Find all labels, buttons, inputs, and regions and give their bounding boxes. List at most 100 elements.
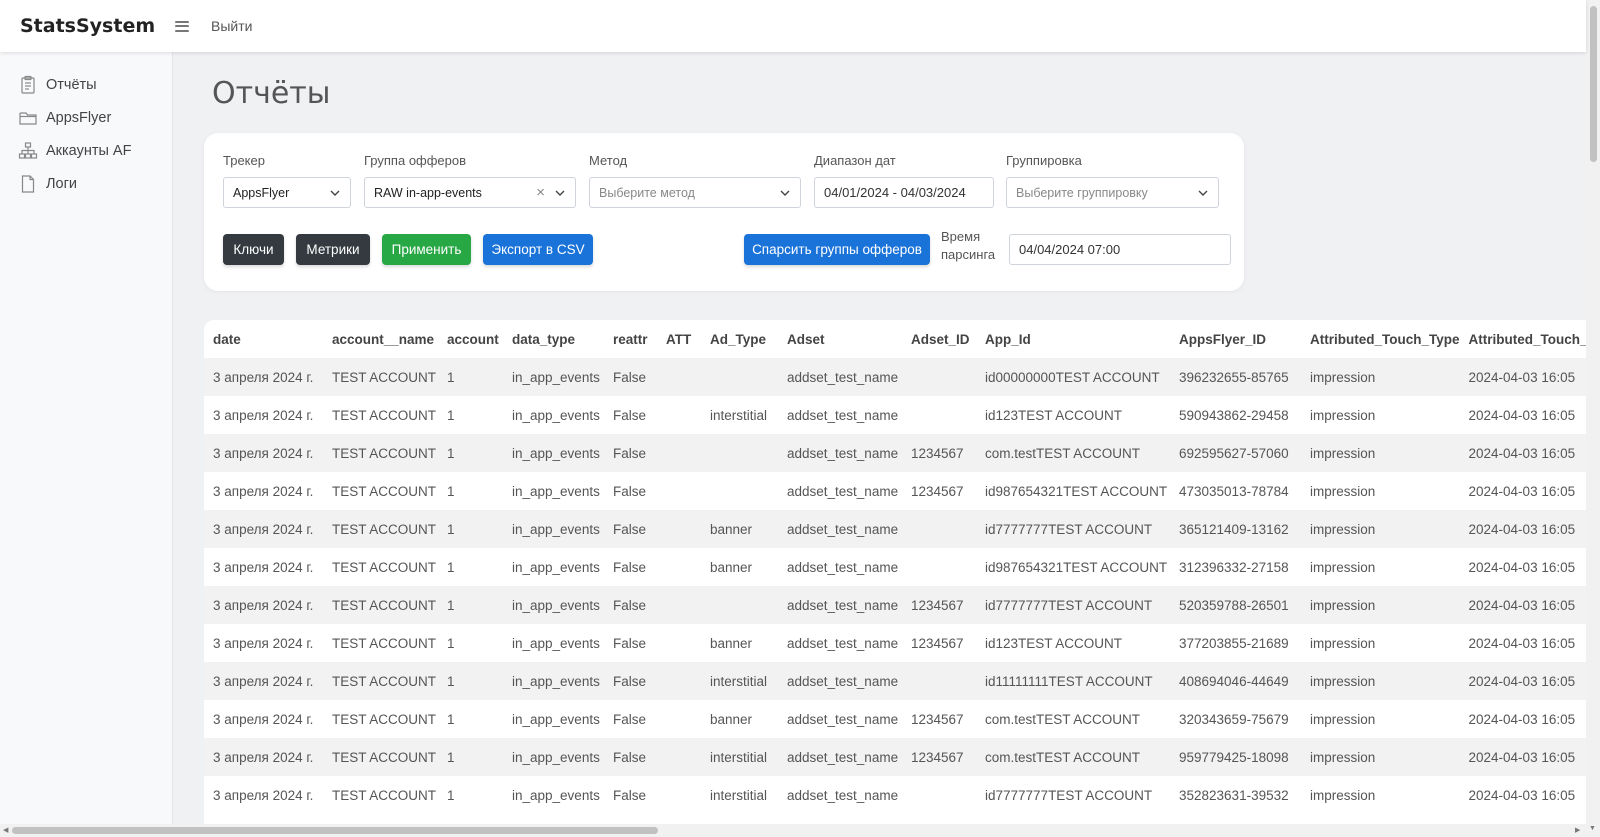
cell-att [657, 510, 701, 548]
cell-attributed-touch-type: impression [1310, 483, 1376, 499]
cell-adset-id: 1234567 [911, 635, 964, 651]
column-header-att[interactable]: ATT [657, 320, 701, 358]
cell-attributed-touch-time: 2024-04-03 16:05 [1468, 673, 1576, 689]
cell-data-type: in_app_events [512, 407, 600, 423]
sidebar-item-label: Логи [46, 175, 77, 192]
sidebar-item-logs[interactable]: Логи [0, 167, 172, 200]
cell-attributed-touch-time: 2024-04-03 16:05 [1468, 445, 1576, 461]
cell-appsflyer-id: 352823631-39532 [1179, 787, 1289, 803]
horizontal-scrollbar[interactable]: ◀ ▶ [0, 824, 1586, 837]
column-header-adset-id[interactable]: Adset_ID [902, 320, 976, 358]
cell-reattr: False [613, 521, 647, 537]
method-select[interactable]: Выберите метод [589, 177, 801, 208]
column-header-account[interactable]: account [438, 320, 503, 358]
cell-ad-type [701, 586, 778, 624]
parse-time-input[interactable]: 04/04/2024 07:00 [1009, 234, 1231, 265]
cell-appsflyer-id: 959779425-18098 [1179, 749, 1289, 765]
date-range-label: Диапазон дат [814, 153, 896, 168]
date-range-input[interactable]: 04/01/2024 - 04/03/2024 [814, 177, 994, 208]
logout-link[interactable]: Выйти [211, 18, 252, 34]
table-row: 3 апреля 2024 г. TEST ACCOUNT 1 in_app_even… [204, 434, 1586, 472]
sidebar-item-reports[interactable]: Отчёты [0, 68, 172, 101]
cell-data-type: in_app_events [512, 369, 600, 385]
parse-offer-groups-button[interactable]: Спарсить группы офферов [744, 234, 930, 265]
clear-icon[interactable]: × [536, 184, 545, 201]
column-header-ad-type[interactable]: Ad_Type [701, 320, 778, 358]
parse-time-label: Время парсинга [941, 228, 995, 264]
scroll-left-arrow-icon[interactable]: ◀ [3, 826, 8, 834]
column-header-adset[interactable]: Adset [778, 320, 902, 358]
cell-appsflyer-id: 473035013-78784 [1179, 483, 1289, 499]
sidebar-item-appsflyer[interactable]: AppsFlyer [0, 101, 172, 134]
cell-app-id: id7777777TEST ACCOUNT [985, 521, 1153, 537]
cell-account-name: TEST ACCOUNT [332, 787, 437, 803]
filters-card: Трекер AppsFlyer Группа офферов RAW in-a… [204, 133, 1244, 291]
cell-date: 3 апреля 2024 г. [213, 559, 314, 575]
cell-account-name: TEST ACCOUNT [332, 635, 437, 651]
cell-date: 3 апреля 2024 г. [213, 369, 314, 385]
cell-adset: addset_test_name [787, 749, 899, 765]
cell-account: 1 [447, 711, 455, 727]
report-icon [21, 75, 35, 94]
keys-button[interactable]: Ключи [223, 234, 284, 265]
cell-app-id: com.testTEST ACCOUNT [985, 445, 1141, 461]
offer-group-label: Группа офферов [364, 153, 467, 168]
cell-att [657, 662, 701, 700]
cell-data-type: in_app_events [512, 673, 600, 689]
cell-data-type: in_app_events [512, 787, 600, 803]
offer-group-select[interactable]: RAW in-app-events × [364, 177, 576, 208]
column-header-reattr[interactable]: reattr [604, 320, 657, 358]
column-header-data-type[interactable]: data_type [503, 320, 604, 358]
cell-adset-id: 1234567 [911, 445, 964, 461]
apply-button[interactable]: Применить [382, 234, 471, 265]
cell-attributed-touch-type: impression [1310, 635, 1376, 651]
vertical-scrollbar[interactable]: ▼ [1586, 0, 1600, 837]
export-csv-button[interactable]: Экспорт в CSV [483, 234, 593, 265]
cell-date: 3 апреля 2024 г. [213, 711, 314, 727]
cell-ad-type: interstitial [710, 787, 768, 803]
column-header-date[interactable]: date [204, 320, 323, 358]
cell-adset-id [902, 396, 976, 434]
offer-group-value: RAW in-app-events [374, 185, 482, 200]
scroll-down-arrow-icon[interactable]: ▼ [1589, 825, 1596, 832]
column-header-appsflyer-id[interactable]: AppsFlyer_ID [1170, 320, 1301, 358]
grouping-field: Группировка Выберите группировку [1006, 153, 1219, 208]
cell-appsflyer-id: 365121409-13162 [1179, 521, 1289, 537]
cell-data-type: in_app_events [512, 483, 600, 499]
cell-app-id: id987654321TEST ACCOUNT [985, 483, 1168, 499]
cell-attributed-touch-type: impression [1310, 711, 1376, 727]
cell-date: 3 апреля 2024 г. [213, 445, 314, 461]
sidebar-item-af-accounts[interactable]: Аккаунты AF [0, 134, 172, 167]
cell-adset: addset_test_name [787, 369, 899, 385]
cell-adset: addset_test_name [787, 407, 899, 423]
cell-ad-type: banner [710, 635, 753, 651]
cell-reattr: False [613, 711, 647, 727]
brand-logo[interactable]: StatsSystem [20, 15, 170, 37]
column-header-app-id[interactable]: App_Id [976, 320, 1170, 358]
grouping-select[interactable]: Выберите группировку [1006, 177, 1219, 208]
cell-att [657, 472, 701, 510]
cell-reattr: False [613, 749, 647, 765]
column-header-attributed-touch-time[interactable]: Attributed_Touch_Time [1460, 320, 1586, 358]
cell-attributed-touch-time: 2024-04-03 16:05 [1468, 369, 1576, 385]
column-header-attributed-touch-type[interactable]: Attributed_Touch_Type [1301, 320, 1460, 358]
cell-attributed-touch-time: 2024-04-03 16:05 [1468, 521, 1576, 537]
cell-ad-type [701, 434, 778, 472]
table-row: 3 апреля 2024 г. TEST ACCOUNT 1 in_app_even… [204, 358, 1586, 396]
scroll-right-arrow-icon[interactable]: ▶ [1575, 826, 1580, 834]
cell-appsflyer-id: 312396332-27158 [1179, 559, 1289, 575]
horizontal-scrollbar-thumb[interactable] [12, 827, 658, 834]
parse-time-label-line1: Время [941, 229, 981, 244]
cell-adset: addset_test_name [787, 787, 899, 803]
tracker-select[interactable]: AppsFlyer [223, 177, 351, 208]
column-header-account-name[interactable]: account__name [323, 320, 438, 358]
cell-adset: addset_test_name [787, 635, 899, 651]
chevron-down-icon [555, 190, 565, 196]
cell-date: 3 апреля 2024 г. [213, 597, 314, 613]
menu-toggle-icon[interactable] [175, 20, 189, 32]
vertical-scrollbar-thumb[interactable] [1590, 6, 1597, 162]
cell-appsflyer-id: 396232655-85765 [1179, 369, 1289, 385]
cell-adset-id [902, 662, 976, 700]
metrics-button[interactable]: Метрики [296, 234, 370, 265]
table-row: 3 апреля 2024 г. TEST ACCOUNT 1 in_app_even… [204, 662, 1586, 700]
